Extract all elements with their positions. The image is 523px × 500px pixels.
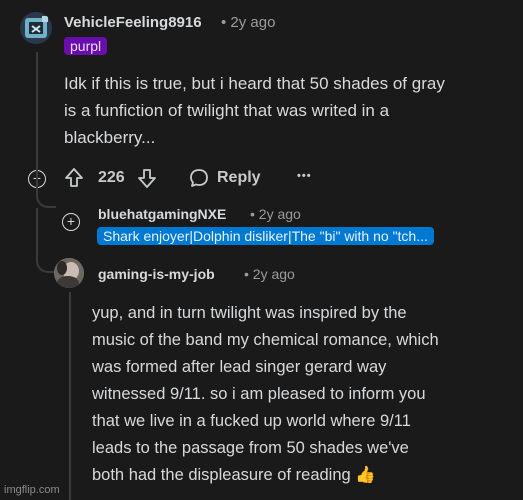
- avatar-image: [54, 258, 84, 288]
- vote-count: 226: [98, 169, 125, 186]
- comment-line: witnessed 9/11. so i am pleased to infor…: [92, 385, 426, 403]
- comment-timestamp: • 2y ago: [244, 266, 295, 282]
- comment-line: music of the band my chemical romance, w…: [92, 331, 439, 349]
- avatar-image: [25, 16, 48, 38]
- comment-username[interactable]: gaming-is-my-job: [98, 266, 215, 282]
- user-flair: Shark enjoyer|Dolphin disliker|The "bi" …: [97, 227, 434, 245]
- comment-line: leads to the passage from 50 shades we'v…: [92, 439, 409, 457]
- comment-username[interactable]: bluehatgamingNXE: [98, 206, 226, 222]
- upvote-arrow-icon: [65, 168, 83, 187]
- thread-branch: [36, 208, 56, 273]
- avatar[interactable]: [54, 258, 84, 288]
- comment-line: blackberry...: [64, 128, 156, 147]
- comment-line: Idk if this is true, but i heard that 50…: [64, 74, 445, 93]
- comment-username[interactable]: VehicleFeeling8916: [64, 14, 202, 31]
- thumbs-up-emoji: 👍: [355, 466, 376, 484]
- watermark: imgflip.com: [4, 484, 60, 496]
- comment-line: yup, and in turn twilight was inspired b…: [92, 304, 407, 322]
- user-flair: purpl: [64, 37, 108, 55]
- downvote-arrow-icon: [138, 169, 156, 188]
- comment-line: is a funfiction of twilight that was wri…: [64, 101, 390, 120]
- expand-button[interactable]: +: [62, 213, 80, 231]
- downvote-button[interactable]: [137, 167, 157, 189]
- comment-line: was formed after lead singer gerard way: [92, 358, 387, 376]
- comment-timestamp: • 2y ago: [250, 206, 301, 222]
- comment-line: that we live in a fucked up world where …: [92, 412, 411, 430]
- upvote-button[interactable]: [64, 167, 84, 189]
- reply-button[interactable]: Reply: [188, 167, 261, 189]
- comment-line: both had the displeasure of reading: [92, 466, 351, 484]
- comment-line-last: both had the displeasure of reading 👍: [92, 462, 512, 489]
- plus-icon: +: [66, 213, 76, 229]
- more-options-button[interactable]: •••: [297, 170, 312, 182]
- comment-body: Idk if this is true, but i heard that 50…: [64, 70, 504, 151]
- comment-timestamp: • 2y ago: [221, 14, 276, 31]
- avatar[interactable]: [20, 12, 52, 44]
- thread-branch: [36, 158, 56, 208]
- thread-line[interactable]: [36, 52, 38, 158]
- comment-body: yup, and in turn twilight was inspired b…: [92, 300, 512, 489]
- speech-bubble-icon: [190, 169, 208, 187]
- reply-label: Reply: [217, 169, 261, 186]
- thread-line[interactable]: [69, 292, 71, 500]
